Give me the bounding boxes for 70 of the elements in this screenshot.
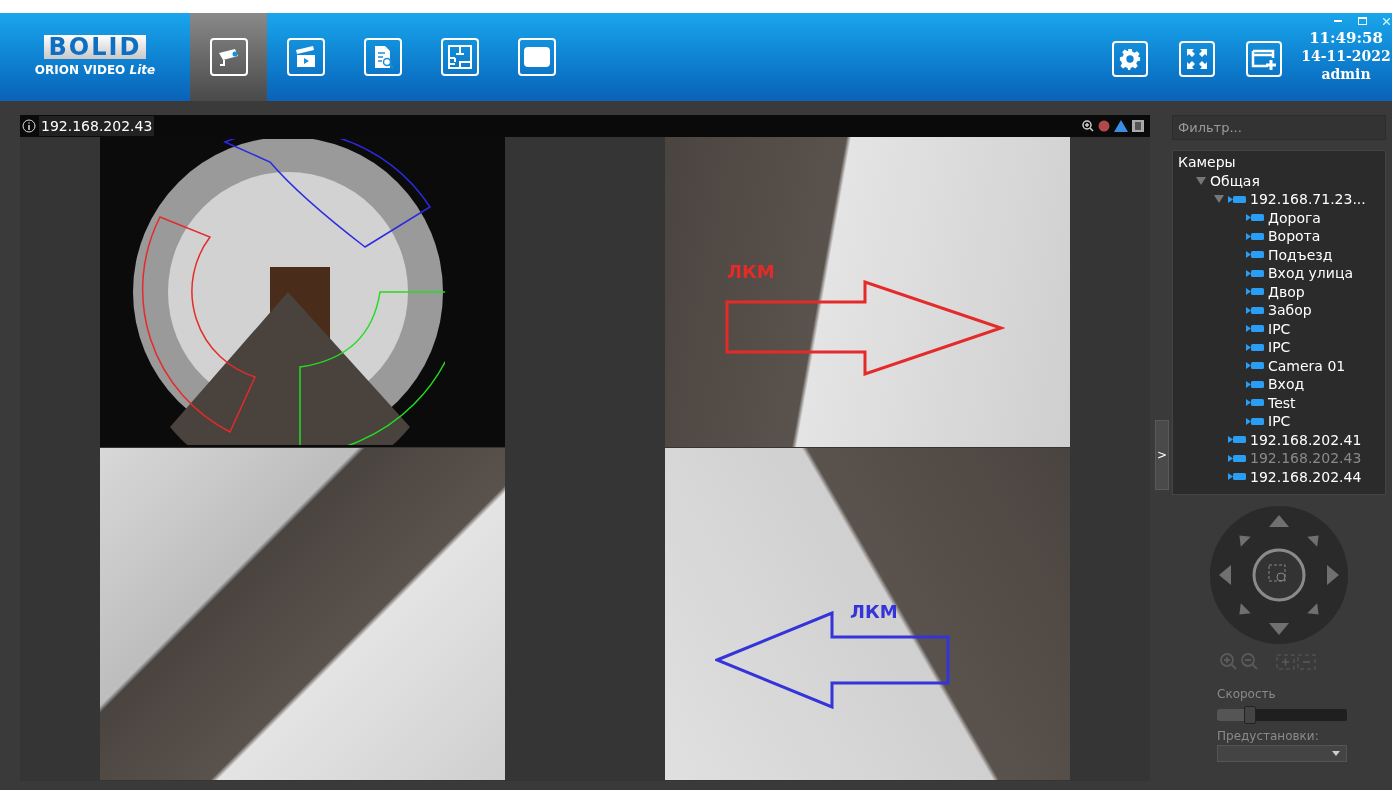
camera-icon (1246, 416, 1264, 426)
panel-toggle-button[interactable]: > (1155, 420, 1169, 490)
minimize-icon[interactable] (1334, 19, 1342, 23)
user-name: admin (1321, 65, 1371, 83)
camera-icon (1246, 231, 1264, 241)
gear-icon (1119, 48, 1141, 70)
alert-triangle-icon[interactable] (1114, 120, 1128, 132)
tree-item[interactable]: 192.168.202.41 (1250, 430, 1362, 449)
tree-item[interactable]: IPC (1268, 338, 1291, 357)
camera-icon (1246, 379, 1264, 389)
camera-icon (1228, 194, 1246, 204)
camera-icon (1246, 305, 1264, 315)
camera-icon (1246, 342, 1264, 352)
camera-address: 192.168.202.43 (39, 116, 155, 136)
camera-icon (1228, 453, 1246, 463)
maximize-icon[interactable] (1358, 17, 1367, 25)
add-window-button[interactable] (1246, 41, 1282, 77)
speed-slider[interactable] (1217, 709, 1347, 721)
clock: 11:49:58 (1309, 29, 1383, 47)
speed-label: Скорость (1217, 686, 1277, 703)
date: 14-11-2022 (1301, 47, 1391, 65)
record-icon[interactable] (1098, 120, 1110, 132)
tree-item[interactable]: IPC (1268, 319, 1291, 338)
nav-tab-icon (440, 38, 479, 76)
brand-logo: BOLID (43, 35, 147, 59)
annotation-label: ЛКМ (727, 260, 775, 284)
camera-icon (1246, 361, 1264, 371)
camera-icon (1246, 287, 1264, 297)
camera-icon (1246, 398, 1264, 408)
tree-item[interactable]: IPC (1268, 412, 1291, 431)
tree-item[interactable]: Test (1268, 393, 1296, 412)
ptz-joystick[interactable] (1209, 505, 1349, 645)
annotation-label: ЛКМ (850, 600, 898, 624)
expand-triangle-icon[interactable] (1196, 175, 1206, 186)
film-icon[interactable] (1132, 120, 1144, 132)
info-icon[interactable] (22, 119, 36, 133)
camera-icon (1246, 250, 1264, 260)
filter-field[interactable]: Фильтр... (1172, 115, 1386, 140)
fullscreen-button[interactable] (1179, 41, 1215, 77)
tree-item[interactable]: Ворота (1268, 227, 1321, 246)
close-icon[interactable] (1383, 17, 1390, 25)
tree-item[interactable]: Вход улица (1268, 264, 1354, 283)
tree-item[interactable]: Camera 01 (1268, 356, 1346, 375)
expand-arrows-icon (1185, 47, 1209, 71)
camera-icon (1246, 213, 1264, 223)
camera-icon (1246, 324, 1264, 334)
product-name: ORION VIDEO Lite (34, 62, 156, 79)
settings-button[interactable] (1112, 41, 1148, 77)
window-plus-icon (1251, 48, 1277, 70)
expand-triangle-icon[interactable] (1214, 194, 1224, 205)
camera-icon (1246, 268, 1264, 278)
nav-tab-icon (286, 38, 325, 76)
nav-tab-icon (363, 38, 402, 76)
tree-item[interactable]: Дорога (1268, 208, 1321, 227)
nav-tab[interactable] (190, 13, 267, 101)
tree-item[interactable]: 192.168.202.44 (1250, 467, 1362, 486)
camera-icon (1228, 472, 1246, 482)
camera-icon (1228, 435, 1246, 445)
tree-item[interactable]: Камеры (1178, 153, 1236, 172)
nav-tab-icon (209, 38, 248, 76)
nav-tab-icon (517, 38, 556, 76)
caret-icon (1332, 751, 1340, 756)
tree-item[interactable]: Двор (1268, 282, 1305, 301)
tree-item[interactable]: 192.168.71.23... (1250, 190, 1366, 209)
tree-item[interactable]: Вход (1268, 375, 1305, 394)
zoom-in-icon[interactable] (1082, 120, 1094, 132)
tree-item[interactable]: Общая (1210, 171, 1260, 190)
tree-item[interactable]: Подъезд (1268, 245, 1333, 264)
presets-label: Предустановки: (1217, 728, 1320, 745)
tree-item[interactable]: Забор (1268, 301, 1312, 320)
